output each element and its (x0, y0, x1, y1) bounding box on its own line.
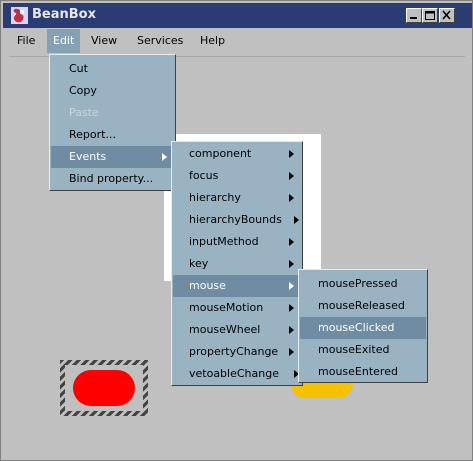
window-title: BeanBox (32, 7, 96, 22)
close-button[interactable] (439, 8, 455, 23)
menu-item-component-label: component (189, 147, 252, 160)
menu-item-mouse-entered[interactable]: mouseEntered (300, 361, 426, 383)
menu-item-property-change-label: propertyChange (189, 345, 279, 358)
menu-item-hierarchy-bounds[interactable]: hierarchyBounds (173, 209, 301, 231)
maximize-button[interactable] (422, 8, 438, 23)
submenu-arrow-icon (289, 326, 294, 334)
menu-item-mouse-wheel-label: mouseWheel (189, 323, 261, 336)
events-submenu-popup: component focus hierarchy hierarchyBound… (171, 141, 303, 386)
menu-edit[interactable]: Edit (47, 29, 81, 53)
submenu-arrow-icon (162, 153, 167, 161)
submenu-arrow-icon (289, 238, 294, 246)
submenu-arrow-icon (294, 216, 299, 224)
menu-item-hierarchy[interactable]: hierarchy (173, 187, 301, 209)
minimize-button[interactable] (406, 8, 422, 23)
menu-item-property-change[interactable]: propertyChange (173, 341, 301, 363)
maximize-icon (425, 11, 435, 20)
menu-item-mouse-exited[interactable]: mouseExited (300, 339, 426, 361)
menu-item-focus-label: focus (189, 169, 219, 182)
menu-file[interactable]: File (11, 29, 41, 53)
menu-item-vetoable-change-label: vetoableChange (189, 367, 279, 380)
menu-item-mouse-motion-label: mouseMotion (189, 301, 264, 314)
submenu-arrow-icon (289, 150, 294, 158)
submenu-arrow-icon (289, 282, 294, 290)
submenu-arrow-icon (289, 348, 294, 356)
menu-help[interactable]: Help (194, 29, 231, 53)
menu-view[interactable]: View (85, 29, 123, 53)
title-bar[interactable]: BeanBox (3, 3, 472, 28)
menu-item-events-label: Events (69, 150, 107, 163)
bean-red-shape[interactable] (73, 370, 135, 406)
minimize-icon (410, 17, 417, 19)
beanbox-window: BeanBox File Edit View Services Help Cut… (0, 0, 473, 461)
menu-item-mouse-wheel[interactable]: mouseWheel (173, 319, 301, 341)
submenu-arrow-icon (289, 304, 294, 312)
menu-item-mouse-clicked[interactable]: mouseClicked (300, 317, 426, 339)
menu-bar: File Edit View Services Help (3, 29, 472, 53)
menu-item-mouse-motion[interactable]: mouseMotion (173, 297, 301, 319)
menu-item-key[interactable]: key (173, 253, 301, 275)
menu-item-cut[interactable]: Cut (51, 58, 174, 80)
menu-item-copy[interactable]: Copy (51, 80, 174, 102)
beanbox-app-icon (11, 7, 28, 24)
menu-item-hierarchy-bounds-label: hierarchyBounds (189, 213, 282, 226)
menu-item-mouse-pressed[interactable]: mousePressed (300, 273, 426, 295)
submenu-arrow-icon (289, 194, 294, 202)
menu-item-paste: Paste (69, 106, 99, 119)
mouse-submenu-popup: mousePressed mouseReleased mouseClicked … (298, 269, 428, 383)
menu-item-component[interactable]: component (173, 143, 301, 165)
menu-item-input-method[interactable]: inputMethod (173, 231, 301, 253)
submenu-arrow-icon (289, 260, 294, 268)
close-icon (442, 10, 451, 20)
menu-item-vetoable-change[interactable]: vetoableChange (173, 363, 301, 385)
menu-item-input-method-label: inputMethod (189, 235, 259, 248)
menu-item-bind-property[interactable]: Bind property... (51, 168, 174, 190)
menu-item-focus[interactable]: focus (173, 165, 301, 187)
menu-item-events[interactable]: Events (51, 146, 174, 168)
edit-menu-popup: Cut Copy Paste Report... Events Bind pro… (49, 54, 176, 191)
menu-item-mouse[interactable]: mouse (173, 275, 301, 297)
menu-item-hierarchy-label: hierarchy (189, 191, 241, 204)
menu-services[interactable]: Services (131, 29, 189, 53)
menu-item-mouse-label: mouse (189, 279, 226, 292)
submenu-arrow-icon (289, 172, 294, 180)
menu-item-mouse-released[interactable]: mouseReleased (300, 295, 426, 317)
menu-item-report[interactable]: Report... (51, 124, 174, 146)
menu-item-key-label: key (189, 257, 209, 270)
